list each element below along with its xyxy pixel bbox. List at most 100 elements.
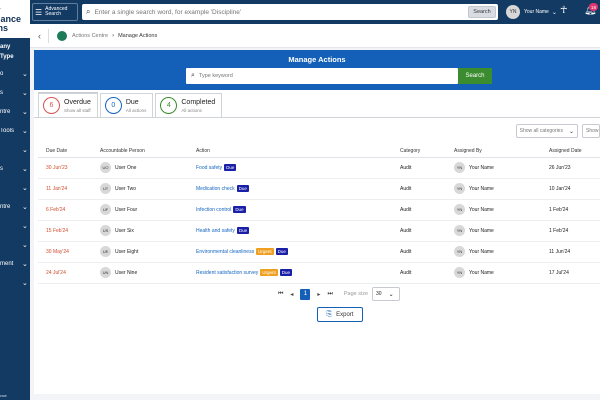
- chevron-right-icon: ›: [112, 32, 115, 39]
- page-size-value: 30: [376, 291, 382, 297]
- tab-label: Completed: [181, 98, 216, 106]
- keyword-search: ⌕: [186, 68, 458, 84]
- sidebar-item-label: ntre: [0, 108, 11, 115]
- avatar: YN: [454, 162, 465, 173]
- table-row[interactable]: 15 Feb'24 US User Six Health and safety Due A…: [38, 220, 600, 242]
- due-date: 30 May'24: [38, 241, 100, 263]
- first-page-icon[interactable]: ⏮: [278, 291, 283, 298]
- sidebar-item[interactable]: ment ⌄: [0, 254, 30, 273]
- table-row[interactable]: 30 Jun'23 UO User One Food safety Due Audit YN…: [38, 157, 600, 179]
- global-search-button[interactable]: Search: [468, 6, 496, 18]
- person-name: User Two: [115, 185, 137, 192]
- user-menu[interactable]: YN Your Name ⌄: [506, 5, 557, 19]
- actions-centre-icon: [57, 30, 67, 41]
- sidebar-item[interactable]: ntre ⌄: [0, 102, 30, 121]
- avatar: YN: [454, 267, 465, 278]
- page-size-select[interactable]: 30 ⌄: [372, 287, 400, 301]
- pagination: ⏮ ◂ 1 ▸ ⏭ Page size 30 ⌄: [278, 287, 400, 301]
- sidebar-item[interactable]: ⌄: [0, 273, 30, 292]
- sidebar-item[interactable]: Tools ⌄: [0, 121, 30, 140]
- status-badge: Due: [236, 185, 249, 192]
- sidebar-item-label: o: [0, 70, 4, 77]
- tab-label: Due: [125, 98, 139, 106]
- tab-due[interactable]: 0 Due All actions: [99, 93, 154, 117]
- export-icon: ⎘: [326, 310, 333, 318]
- accessibility-icon[interactable]: ☥: [560, 5, 567, 16]
- column-header[interactable]: Category: [400, 145, 454, 158]
- action-link[interactable]: Environmental cleanliness: [196, 249, 254, 255]
- table-row[interactable]: 6 Feb'24 UF User Four Infection control Due A…: [38, 199, 600, 221]
- sidebar-item[interactable]: s ⌄: [0, 83, 30, 102]
- assigned-by-cell: YN Your Name: [454, 157, 549, 179]
- previous-page-icon[interactable]: ◂: [290, 291, 293, 298]
- sidebar-item[interactable]: o ⌄: [0, 64, 30, 83]
- sidebar: ity pliance ems any Type o⌄s⌄ntre⌄Tools⌄…: [0, 0, 30, 400]
- chevron-down-icon: ⌄: [568, 128, 574, 135]
- table-row[interactable]: 11 Jan'24 UT User Two Medication check Due Au…: [38, 178, 600, 200]
- global-search-input[interactable]: [94, 8, 465, 16]
- last-page-icon[interactable]: ⏭: [327, 291, 332, 298]
- avatar: US: [100, 225, 111, 236]
- breadcrumb-current: Manage Actions: [118, 32, 158, 39]
- sidebar-item[interactable]: s ⌄: [0, 159, 30, 178]
- keyword-input[interactable]: [198, 73, 449, 79]
- manage-actions-header: Manage Actions ⌕ Search: [34, 50, 600, 90]
- filters: Show all categories ⌄ Show: [512, 124, 600, 138]
- action-link[interactable]: Infection control: [196, 207, 231, 213]
- person-name: User One: [115, 164, 137, 171]
- next-page-icon[interactable]: ▸: [317, 291, 320, 298]
- tab-count: 4: [160, 97, 178, 114]
- avatar: YN: [454, 183, 465, 194]
- sidebar-item[interactable]: ⌄: [0, 178, 30, 197]
- keyword-search-button[interactable]: Search: [458, 68, 492, 84]
- avatar: YN: [454, 204, 465, 215]
- actions-table: Due Date Accountable Person Action Categ…: [38, 145, 600, 284]
- action-cell: Medication check Due: [196, 178, 400, 200]
- avatar: YN: [454, 225, 465, 236]
- accountable-person-cell: UN User Nine: [100, 262, 196, 284]
- column-header[interactable]: Due Date: [38, 145, 100, 158]
- global-search: ⌕ Search: [82, 4, 498, 20]
- export-button[interactable]: ⎘ Export: [317, 307, 363, 322]
- tab-overdue[interactable]: 6 Overdue Show all staff: [38, 93, 98, 117]
- column-header[interactable]: Assigned By: [454, 145, 549, 158]
- logo-line: ems: [0, 23, 9, 33]
- advanced-search-label: Advanced Search: [45, 6, 68, 17]
- show-select[interactable]: Show: [582, 124, 600, 138]
- column-header[interactable]: Action: [196, 145, 400, 158]
- avatar: YN: [506, 5, 520, 19]
- column-header[interactable]: Accountable Person: [100, 145, 196, 158]
- notification-badge: 18: [589, 3, 598, 11]
- sidebar-item[interactable]: ntre ⌄: [0, 197, 30, 216]
- page-number-current[interactable]: 1: [300, 288, 311, 300]
- table-row[interactable]: 24 Jul'24 UN User Nine Resident satisfactio…: [38, 262, 600, 284]
- category-select[interactable]: Show all categories ⌄: [515, 124, 578, 138]
- action-link[interactable]: Medication check: [196, 186, 235, 192]
- chevron-down-icon: ⌄: [22, 279, 28, 287]
- assigned-by-name: Your Name: [469, 248, 494, 255]
- person-name: User Six: [115, 227, 134, 234]
- assigned-by-name: Your Name: [469, 164, 494, 171]
- action-link[interactable]: Food safety: [196, 165, 222, 171]
- action-link[interactable]: Health and safety: [196, 228, 235, 234]
- sidebar-item[interactable]: ⌄: [0, 140, 30, 159]
- breadcrumb-parent[interactable]: Actions Centre: [72, 33, 108, 39]
- sidebar-item[interactable]: ⌄: [0, 235, 30, 254]
- action-link[interactable]: Resident satisfaction survey: [196, 270, 258, 276]
- sidebar-item[interactable]: ⌄: [0, 216, 30, 235]
- tab-sublabel: All actions: [125, 107, 147, 113]
- sidebar-item-label: ntre: [0, 203, 11, 210]
- tab-completed[interactable]: 4 Completed All actions: [155, 93, 223, 117]
- assigned-by-cell: YN Your Name: [454, 241, 549, 263]
- column-header[interactable]: Assigned Date: [549, 145, 600, 158]
- category: Audit: [400, 220, 454, 242]
- category: Audit: [400, 241, 454, 263]
- accountable-person-cell: UF User Four: [100, 199, 196, 221]
- chevron-down-icon: ⌄: [22, 146, 28, 154]
- advanced-search-button[interactable]: ☰ Advanced Search: [32, 3, 78, 21]
- back-icon[interactable]: ‹: [38, 31, 41, 41]
- table-row[interactable]: 30 May'24 UE User Eight Environmental clean…: [38, 241, 600, 263]
- company-logo[interactable]: ity pliance ems: [0, 0, 30, 38]
- page-size-label: Page size: [343, 291, 368, 297]
- search-icon: ⌕: [191, 72, 195, 79]
